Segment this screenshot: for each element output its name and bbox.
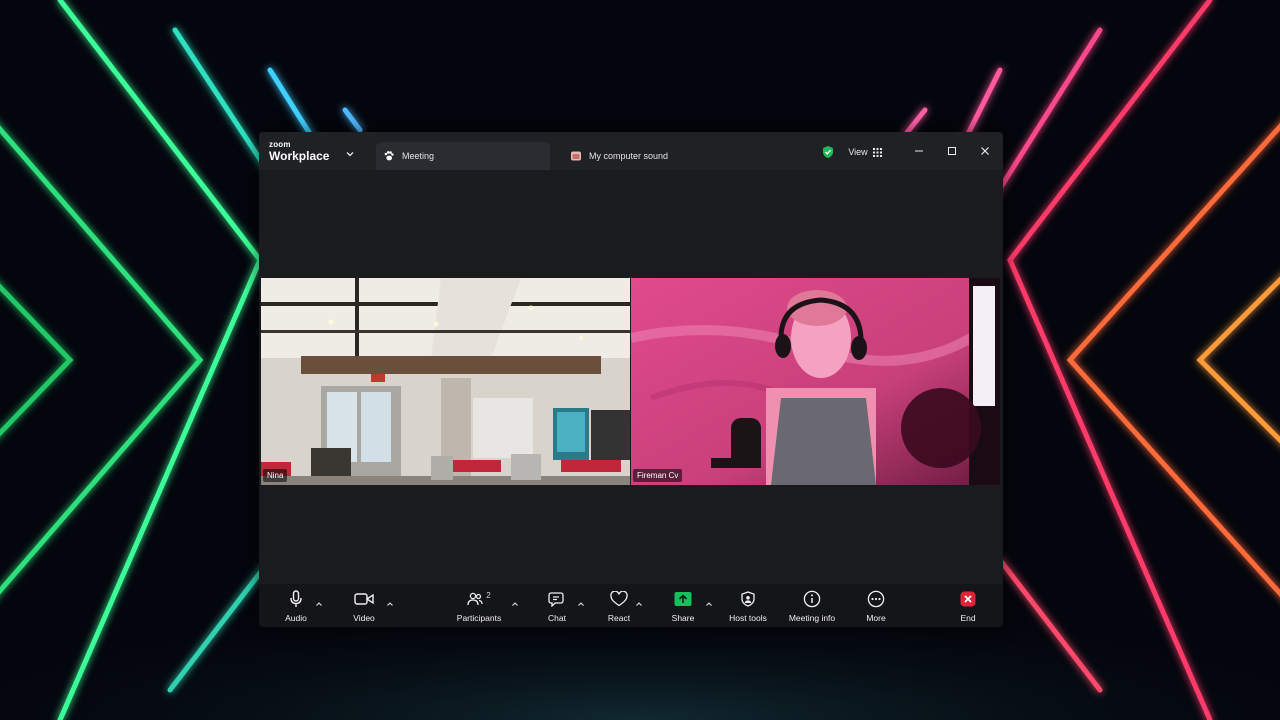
video-stage: Nina Fireman Cv [259, 170, 1003, 584]
encryption-shield-icon[interactable] [821, 145, 835, 159]
brand-workplace-text: Workplace [269, 149, 330, 163]
participants-button[interactable]: 2 Participants [453, 589, 505, 623]
brand-zoom-text: zoom [269, 140, 291, 149]
tab-meeting[interactable]: Meeting [376, 142, 550, 170]
chat-label: Chat [548, 613, 566, 623]
meeting-toolbar: Audio Video 2 Participants Chat React Sh… [259, 584, 1003, 627]
video-tile-nina[interactable]: Nina [261, 278, 630, 485]
meeting-info-label: Meeting info [788, 613, 836, 623]
share-button[interactable]: Share [669, 589, 697, 623]
audio-options-caret-icon[interactable] [315, 595, 323, 606]
title-bar: zoom Workplace Meeting My computer sound… [259, 132, 1003, 170]
close-icon[interactable] [975, 141, 995, 161]
react-button[interactable]: React [607, 589, 631, 623]
info-icon [803, 589, 821, 609]
video-feed-office [261, 278, 630, 485]
people-icon [467, 592, 483, 606]
end-icon [960, 589, 976, 609]
heart-icon [610, 589, 628, 609]
audio-button[interactable]: Audio [283, 589, 309, 623]
video-tile-fireman-cv[interactable]: Fireman Cv [631, 278, 1000, 485]
more-button[interactable]: More [863, 589, 889, 623]
video-feed-person [631, 278, 1000, 485]
participants-icon-wrap: 2 [467, 589, 491, 609]
meeting-info-button[interactable]: Meeting info [786, 589, 838, 623]
react-label: React [607, 613, 631, 623]
chat-icon [548, 589, 566, 609]
view-button[interactable]: View [843, 142, 887, 162]
participant-name-fireman-cv: Fireman Cv [633, 469, 683, 482]
host-shield-icon [740, 589, 756, 609]
share-label: Share [671, 613, 695, 623]
tab-sound-label: My computer sound [589, 151, 669, 161]
microphone-icon [289, 589, 303, 609]
participants-label: Participants [456, 613, 502, 623]
more-icon [867, 589, 885, 609]
video-label: Video [353, 613, 375, 623]
camera-icon [354, 589, 374, 609]
zoom-workplace-logo[interactable]: zoom Workplace [269, 140, 330, 163]
video-button[interactable]: Video [351, 589, 377, 623]
participants-count: 2 [486, 591, 491, 600]
app-icon [569, 149, 583, 163]
chat-options-caret-icon[interactable] [577, 595, 585, 606]
view-label: View [848, 147, 868, 157]
tab-meeting-label: Meeting [402, 151, 435, 161]
chevron-down-icon[interactable] [345, 146, 355, 157]
end-meeting-button[interactable]: End [957, 589, 979, 623]
end-label: End [960, 613, 976, 623]
participants-options-caret-icon[interactable] [511, 595, 519, 606]
host-tools-label: Host tools [729, 613, 767, 623]
audio-label: Audio [285, 613, 307, 623]
share-screen-icon [674, 589, 692, 609]
grid-icon [872, 147, 882, 157]
tab-my-computer-sound[interactable]: My computer sound [563, 142, 733, 170]
zoom-meeting-window: zoom Workplace Meeting My computer sound… [259, 132, 1003, 627]
video-options-caret-icon[interactable] [386, 595, 394, 606]
participant-name-nina: Nina [263, 469, 288, 482]
minimize-icon[interactable] [909, 141, 929, 161]
share-options-caret-icon[interactable] [705, 595, 713, 606]
host-tools-button[interactable]: Host tools [727, 589, 769, 623]
more-label: More [866, 613, 886, 623]
maximize-icon[interactable] [942, 141, 962, 161]
paw-icon [382, 149, 396, 163]
react-options-caret-icon[interactable] [635, 595, 643, 606]
chat-button[interactable]: Chat [545, 589, 569, 623]
